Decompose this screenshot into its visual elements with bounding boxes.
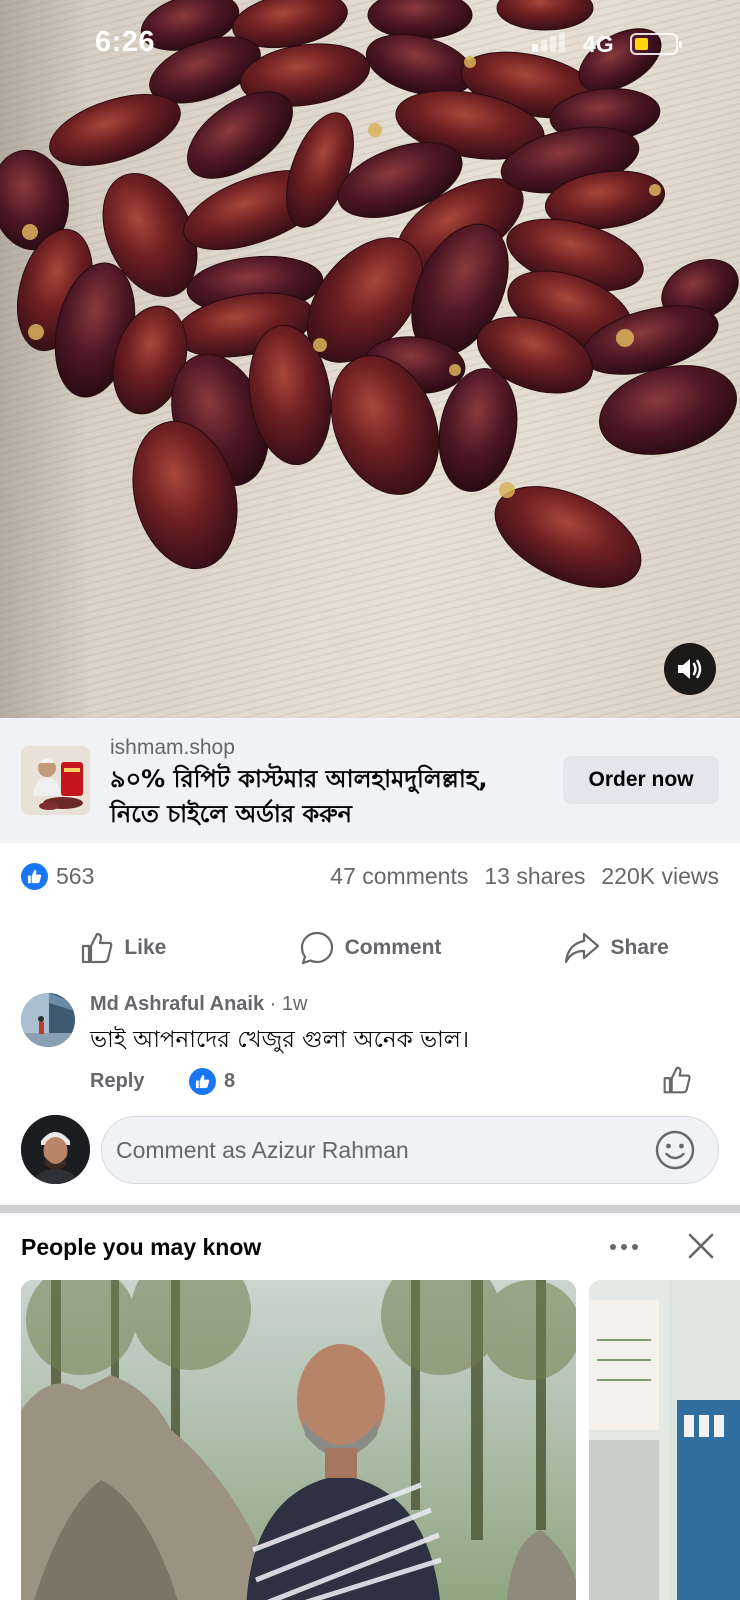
like-label: Like bbox=[124, 936, 167, 959]
comments-count[interactable]: 47 comments bbox=[330, 863, 468, 890]
ad-headline: ৯০% রিপিট কাস্টমার আলহামদুলিল্লাহ, নিতে … bbox=[110, 765, 488, 828]
comment-label: Comment bbox=[344, 936, 442, 959]
status-time: 6:26 bbox=[95, 26, 156, 58]
dates-image bbox=[0, 0, 739, 588]
like-button[interactable]: Like bbox=[0, 913, 247, 983]
thumbs-up-icon bbox=[82, 932, 113, 964]
comment-like-reaction-icon bbox=[189, 1068, 216, 1095]
engagement-stats: 563 47 comments 13 shares 220K views bbox=[0, 843, 740, 913]
order-now-button[interactable]: Order now bbox=[563, 756, 719, 804]
share-arrow-icon bbox=[565, 932, 600, 964]
post-actions-bar: Like Comment Share bbox=[0, 913, 740, 983]
thumbs-up-icon bbox=[663, 1066, 691, 1094]
commenter-avatar[interactable] bbox=[21, 993, 75, 1047]
comment-like-count[interactable]: 8 bbox=[224, 1070, 235, 1093]
share-label: Share bbox=[610, 936, 669, 959]
comment-input[interactable] bbox=[101, 1116, 719, 1184]
comment-like-button[interactable] bbox=[662, 1065, 692, 1100]
person-photo bbox=[21, 1280, 576, 1600]
mute-button[interactable] bbox=[664, 643, 716, 695]
section-divider bbox=[0, 1205, 740, 1213]
shares-count[interactable]: 13 shares bbox=[484, 863, 585, 890]
status-bar: 6:26 4G bbox=[0, 0, 740, 90]
close-icon bbox=[688, 1233, 714, 1259]
store-photo bbox=[589, 1280, 740, 1600]
reaction-count[interactable]: 563 bbox=[56, 863, 94, 890]
close-button[interactable] bbox=[687, 1232, 715, 1265]
pymk-card[interactable] bbox=[21, 1280, 576, 1600]
signal-strength-icon bbox=[532, 32, 565, 52]
more-options-button[interactable] bbox=[608, 1240, 640, 1258]
comment-text: ভাই আপনাদের খেজুর গুলা অনেক ভাল। bbox=[90, 1027, 470, 1053]
sponsored-cta-bar[interactable]: ishmam.shop ৯০% রিপিট কাস্টমার আলহামদুলি… bbox=[0, 718, 740, 843]
comment-button[interactable]: Comment bbox=[247, 913, 494, 983]
comment-author[interactable]: Md Ashraful Anaik · 1w bbox=[90, 993, 307, 1016]
speaker-icon bbox=[678, 659, 702, 679]
comment-author-name: Md Ashraful Anaik bbox=[90, 993, 265, 1015]
smiley-icon bbox=[655, 1130, 695, 1170]
advertiser-domain: ishmam.shop bbox=[110, 736, 235, 759]
ellipsis-icon bbox=[610, 1244, 638, 1250]
reply-button[interactable]: Reply bbox=[90, 1070, 144, 1093]
advertiser-thumbnail bbox=[21, 746, 90, 815]
like-reaction-icon bbox=[21, 863, 48, 890]
comment-item: Md Ashraful Anaik · 1w ভাই আপনাদের খেজুর… bbox=[0, 985, 740, 1105]
pymk-title: People you may know bbox=[21, 1234, 262, 1260]
network-label: 4G bbox=[583, 31, 614, 57]
pymk-card-next[interactable] bbox=[589, 1280, 740, 1600]
battery-icon bbox=[630, 33, 682, 55]
current-user-avatar[interactable] bbox=[21, 1115, 90, 1184]
share-button[interactable]: Share bbox=[493, 913, 740, 983]
video-player[interactable]: 6:26 4G bbox=[0, 0, 740, 718]
comment-composer bbox=[0, 1112, 740, 1188]
views-count: 220K views bbox=[601, 863, 719, 889]
comment-time: · 1w bbox=[264, 993, 308, 1015]
comment-bubble-icon bbox=[300, 931, 333, 965]
emoji-button[interactable] bbox=[654, 1129, 696, 1176]
